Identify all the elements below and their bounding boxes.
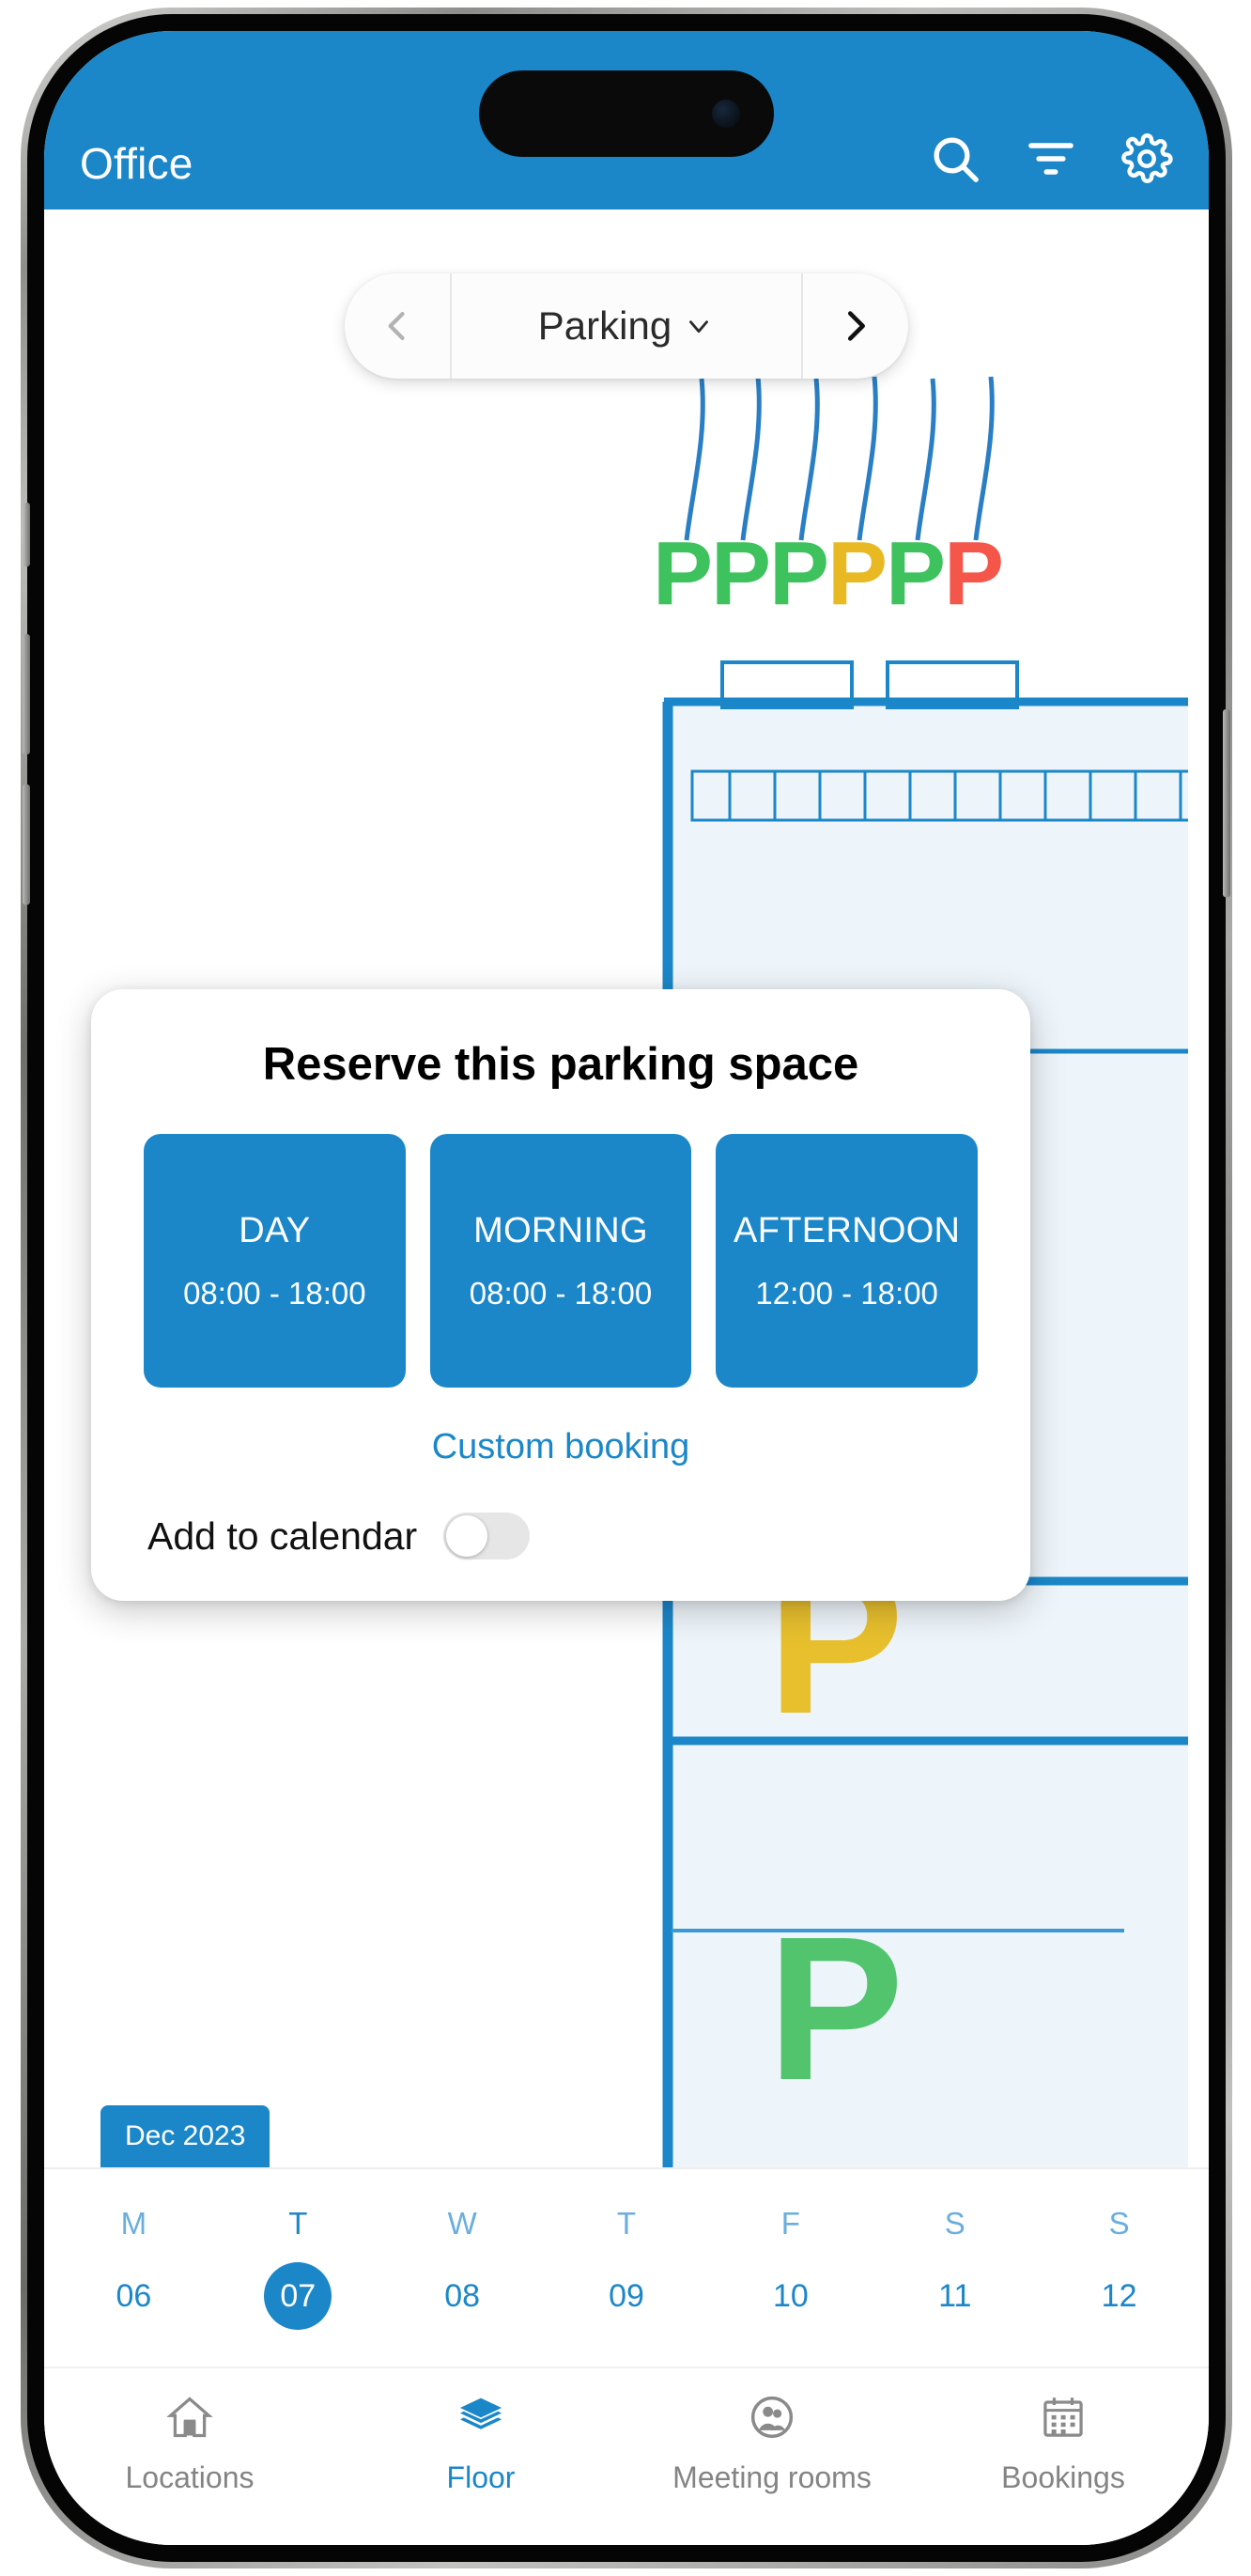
floor-next-button[interactable]	[803, 273, 908, 379]
day-of-week: F	[780, 2206, 800, 2241]
chevron-right-icon	[847, 311, 865, 341]
tab-locations[interactable]: Locations	[44, 2393, 335, 2495]
floor-name: Parking	[537, 303, 672, 348]
day-number: 10	[772, 2277, 809, 2314]
slot-day-button[interactable]: DAY 08:00 - 18:00	[144, 1134, 406, 1388]
svg-text:P: P	[944, 523, 1004, 624]
parking-space-3: P	[767, 1895, 904, 2123]
floor-prev-button[interactable]	[345, 273, 450, 379]
slot-morning-button[interactable]: MORNING 08:00 - 18:00	[429, 1134, 692, 1388]
page-title: Office	[80, 139, 193, 188]
day-of-week: S	[1108, 2206, 1130, 2241]
day-of-week: M	[120, 2206, 147, 2241]
date-cell-12[interactable]: S 12	[1037, 2206, 1201, 2330]
day-of-week: S	[944, 2206, 965, 2241]
volume-down-button[interactable]	[23, 784, 30, 905]
day-of-week: T	[616, 2206, 637, 2241]
bottom-tab-bar: Locations Floor Meeting rooms Bookings	[44, 2367, 1209, 2545]
time-slot-row: DAY 08:00 - 18:00 MORNING 08:00 - 18:00 …	[144, 1134, 979, 1388]
slot-label: AFTERNOON	[734, 1210, 961, 1250]
slot-time: 12:00 - 18:00	[755, 1275, 938, 1311]
tab-label: Bookings	[1001, 2460, 1125, 2494]
svg-text:P: P	[827, 523, 888, 624]
month-chip: Dec 2023	[100, 2105, 270, 2167]
people-icon	[750, 2396, 794, 2439]
add-to-calendar-row: Add to calendar	[144, 1513, 978, 1560]
add-to-calendar-label: Add to calendar	[147, 1513, 418, 1558]
modal-title: Reserve this parking space	[262, 1039, 859, 1090]
phone-screen: Office Parking P P P P P P P P Reserve t…	[44, 31, 1209, 2545]
tab-label: Meeting rooms	[672, 2460, 872, 2494]
day-of-week: W	[447, 2206, 477, 2241]
slot-label: MORNING	[473, 1210, 648, 1250]
date-cell-09[interactable]: T 09	[545, 2206, 709, 2330]
day-number: 08	[444, 2277, 481, 2314]
filter-icon[interactable]	[1025, 132, 1077, 185]
date-cell-08[interactable]: W 08	[380, 2206, 545, 2330]
layers-icon	[459, 2398, 502, 2429]
tab-meeting-rooms[interactable]: Meeting rooms	[626, 2393, 918, 2495]
legend-pin-letters: P P P P P P	[653, 523, 1004, 624]
volume-up-button[interactable]	[23, 634, 30, 754]
add-to-calendar-toggle[interactable]	[443, 1513, 531, 1560]
date-cell-10[interactable]: F 10	[708, 2206, 873, 2330]
power-button[interactable]	[1223, 709, 1230, 897]
floor-selector: Parking	[345, 273, 908, 379]
slot-time: 08:00 - 18:00	[183, 1275, 366, 1311]
slot-time: 08:00 - 18:00	[469, 1275, 653, 1311]
day-number: 06	[116, 2277, 152, 2314]
chevron-left-icon	[388, 312, 405, 340]
svg-text:P: P	[886, 523, 946, 624]
date-cell-06[interactable]: M 06	[52, 2206, 216, 2330]
slot-afternoon-button[interactable]: AFTERNOON 12:00 - 18:00	[716, 1134, 979, 1388]
phone-frame: Office Parking P P P P P P P P Reserve t…	[21, 8, 1232, 2568]
front-camera	[712, 100, 740, 128]
header-actions	[929, 132, 1173, 185]
day-number: 11	[938, 2277, 972, 2314]
tab-label: Floor	[446, 2460, 516, 2494]
date-cell-07[interactable]: T 07	[216, 2206, 380, 2330]
legend-pins	[684, 376, 995, 541]
chevron-down-icon	[689, 320, 709, 334]
custom-booking-link[interactable]: Custom booking	[144, 1427, 978, 1467]
day-of-week: T	[288, 2206, 308, 2241]
home-icon	[166, 2397, 213, 2438]
svg-text:P: P	[711, 523, 771, 624]
tab-bookings[interactable]: Bookings	[918, 2393, 1209, 2495]
date-strip: M 06 T 07 W 08 T 09 F 10 S 11 S 12	[44, 2167, 1209, 2367]
dynamic-island	[479, 70, 774, 157]
day-number: 12	[1101, 2277, 1137, 2314]
gear-icon[interactable]	[1120, 132, 1173, 185]
reserve-modal: Reserve this parking space DAY 08:00 - 1…	[91, 989, 1030, 1601]
svg-text:P: P	[769, 523, 829, 624]
day-number: 07	[264, 2262, 332, 2330]
date-cell-11[interactable]: S 11	[873, 2206, 1037, 2330]
search-icon[interactable]	[929, 132, 981, 185]
slot-label: DAY	[239, 1210, 311, 1250]
tab-label: Locations	[125, 2460, 255, 2494]
day-number: 09	[609, 2277, 644, 2314]
floor-dropdown[interactable]: Parking	[450, 273, 803, 379]
svg-text:P: P	[653, 523, 713, 624]
silent-switch[interactable]	[23, 503, 30, 566]
calendar-icon	[1043, 2398, 1083, 2437]
tab-floor[interactable]: Floor	[335, 2393, 626, 2495]
phone-body: Office Parking P P P P P P P P Reserve t…	[23, 14, 1230, 2562]
